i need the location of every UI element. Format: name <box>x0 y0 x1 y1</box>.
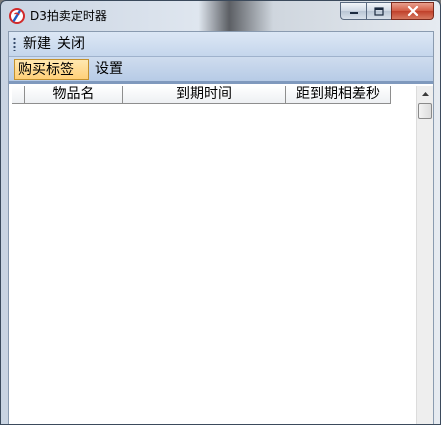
minimize-button[interactable] <box>340 2 366 20</box>
close-icon <box>407 6 418 16</box>
tab-settings[interactable]: 设置 <box>95 59 123 80</box>
toolbar-grip-icon[interactable] <box>13 37 16 51</box>
arrow-up-icon <box>421 92 429 96</box>
column-header-expire-time[interactable]: 到期时间 <box>123 86 286 104</box>
scroll-up-button[interactable] <box>417 86 433 102</box>
app-window: D3拍卖定时器 新建 关闭 购买标签 设置 物品名 到期时间 距到期相差秒 <box>0 0 441 425</box>
tab-buy-label[interactable]: 购买标签 <box>14 59 89 80</box>
app-logo-icon <box>9 8 25 24</box>
title-bar[interactable]: D3拍卖定时器 <box>1 1 440 31</box>
tab-bar: 购买标签 设置 <box>9 57 433 83</box>
scroll-thumb[interactable] <box>418 103 432 119</box>
window-title: D3拍卖定时器 <box>30 9 107 23</box>
maximize-icon <box>374 6 384 16</box>
menu-item-new[interactable]: 新建 <box>20 34 54 54</box>
column-header-seconds-left[interactable]: 距到期相差秒 <box>286 86 391 104</box>
window-controls <box>340 2 434 21</box>
item-list[interactable]: 物品名 到期时间 距到期相差秒 <box>9 83 433 424</box>
minimize-icon <box>349 12 358 14</box>
vertical-scrollbar[interactable] <box>416 86 433 424</box>
menu-bar: 新建 关闭 <box>9 32 433 57</box>
list-header: 物品名 到期时间 距到期相差秒 <box>12 86 391 104</box>
client-area: 新建 关闭 购买标签 设置 物品名 到期时间 距到期相差秒 <box>8 31 434 424</box>
menu-item-close[interactable]: 关闭 <box>54 34 88 54</box>
column-header-blank[interactable] <box>12 86 25 104</box>
close-button[interactable] <box>391 2 434 20</box>
maximize-button[interactable] <box>366 2 391 20</box>
column-header-item-name[interactable]: 物品名 <box>25 86 123 104</box>
